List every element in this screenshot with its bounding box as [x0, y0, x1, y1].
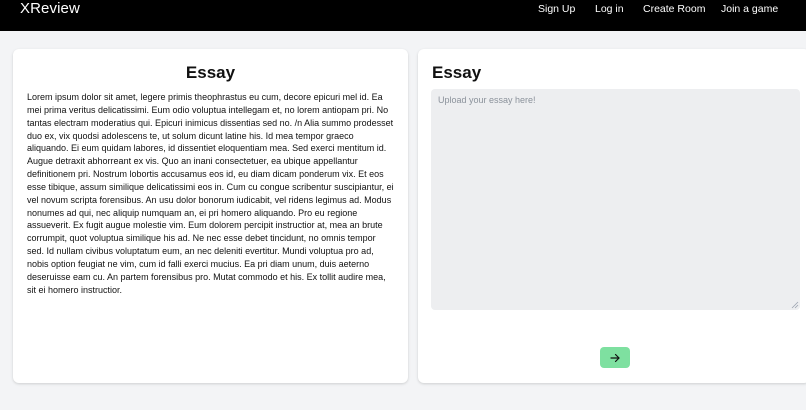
nav-create-room[interactable]: Create Room [643, 2, 705, 16]
nav-join-game[interactable]: Join a game [721, 2, 778, 16]
essay-input[interactable] [431, 89, 800, 310]
essay-display-card: Essay Lorem ipsum dolor sit amet, legere… [13, 49, 408, 383]
resize-grip-icon[interactable] [791, 301, 799, 309]
essay-display-title: Essay [185, 63, 236, 82]
submit-button[interactable] [600, 347, 630, 368]
essay-upload-title: Essay [432, 63, 482, 82]
navbar: XReview Sign Up Log in Create Room Join … [0, 0, 806, 31]
arrow-right-icon [610, 353, 620, 362]
essay-upload-card: Essay [418, 49, 806, 383]
essay-display-text: Lorem ipsum dolor sit amet, legere primi… [27, 92, 394, 295]
nav-sign-up[interactable]: Sign Up [538, 2, 575, 16]
brand-logo[interactable]: XReview [20, 0, 80, 18]
nav-log-in[interactable]: Log in [595, 2, 624, 16]
